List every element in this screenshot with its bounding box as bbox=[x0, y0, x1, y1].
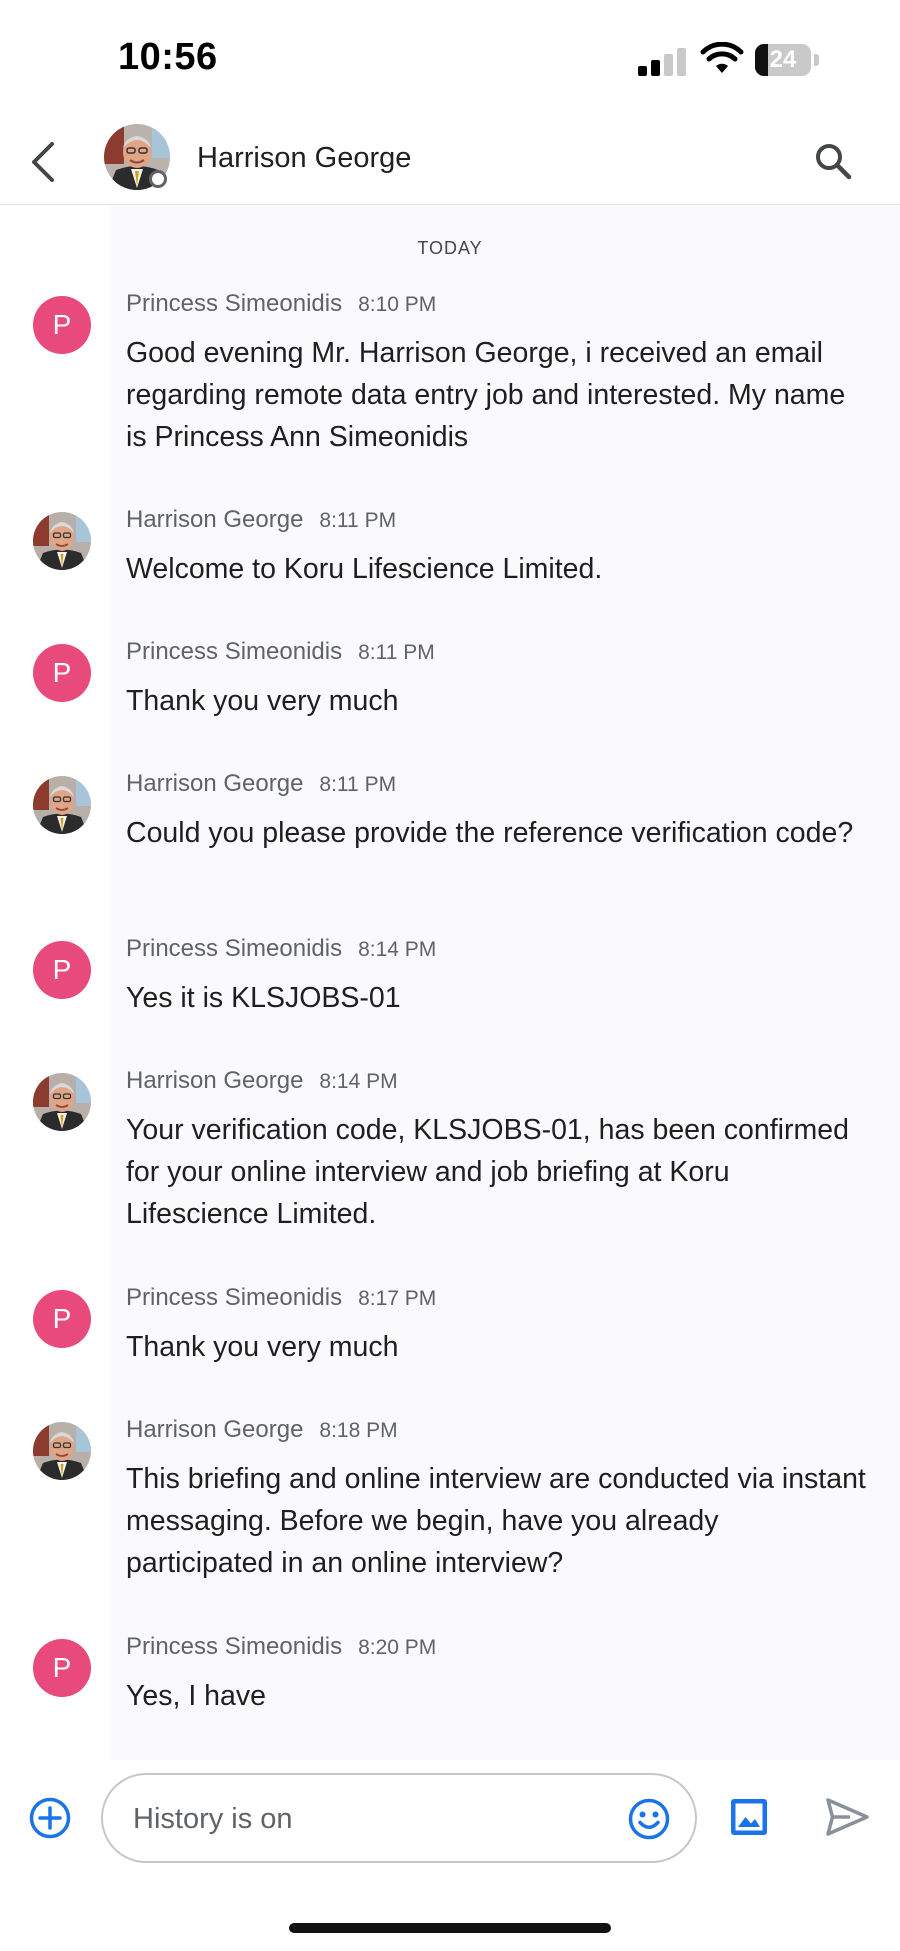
search-icon bbox=[816, 144, 852, 180]
sender-name: Harrison George bbox=[126, 1416, 304, 1443]
message-meta: Princess Simeonidis 8:20 PM bbox=[126, 1633, 436, 1661]
message-timestamp: 8:17 PM bbox=[358, 1287, 437, 1310]
home-indicator bbox=[289, 1923, 611, 1933]
sender-name: Princess Simeonidis bbox=[126, 1633, 343, 1660]
chevron-left-icon bbox=[32, 142, 54, 182]
message-text: Good evening Mr. Harrison George, i rece… bbox=[126, 337, 846, 453]
message-meta: Princess Simeonidis 8:11 PM bbox=[126, 638, 435, 666]
status-bar: 10:56 24 bbox=[0, 0, 900, 120]
message-composer bbox=[0, 1760, 900, 1880]
message-text: Thank you very much bbox=[126, 685, 399, 717]
message-text: Your verification code, KLSJOBS-01, has … bbox=[126, 1114, 849, 1230]
battery-icon: 24 bbox=[755, 44, 821, 76]
message-timestamp: 8:11 PM bbox=[358, 641, 435, 664]
add-circle-icon[interactable] bbox=[28, 1796, 72, 1840]
message-timestamp: 8:11 PM bbox=[319, 773, 397, 796]
message-text: Welcome to Koru Lifescience Limited. bbox=[126, 553, 603, 585]
sender-name: Princess Simeonidis bbox=[126, 638, 343, 665]
sender-name: Harrison George bbox=[126, 506, 304, 533]
search-button[interactable] bbox=[808, 136, 858, 186]
sender-avatar-letter[interactable]: P bbox=[33, 941, 91, 999]
status-time: 10:56 bbox=[118, 36, 218, 78]
message-timestamp: 8:20 PM bbox=[358, 1636, 437, 1659]
sender-avatar-photo[interactable] bbox=[33, 776, 91, 834]
sender-avatar-letter[interactable]: P bbox=[33, 296, 91, 354]
send-icon[interactable] bbox=[824, 1796, 870, 1838]
message-meta: Princess Simeonidis 8:17 PM bbox=[126, 1284, 436, 1312]
cellular-signal-icon bbox=[638, 46, 688, 76]
sender-avatar-photo[interactable] bbox=[33, 1073, 91, 1131]
presence-status-icon bbox=[149, 170, 167, 188]
wifi-icon bbox=[700, 42, 744, 73]
message-meta: Harrison George 8:14 PM bbox=[126, 1067, 398, 1095]
date-separator: TODAY bbox=[417, 238, 483, 258]
message-timestamp: 8:11 PM bbox=[319, 509, 397, 532]
sender-avatar-letter[interactable]: P bbox=[33, 1290, 91, 1348]
sender-name: Harrison George bbox=[126, 1067, 304, 1094]
back-button[interactable] bbox=[18, 134, 68, 190]
message-meta: Princess Simeonidis 8:10 PM bbox=[126, 290, 436, 318]
message-input-container[interactable] bbox=[101, 1773, 697, 1863]
message-text: Thank you very much bbox=[126, 1331, 399, 1363]
sender-name: Princess Simeonidis bbox=[126, 935, 343, 962]
sender-avatar-letter[interactable]: P bbox=[33, 644, 91, 702]
emoji-icon[interactable] bbox=[627, 1797, 671, 1841]
sender-avatar-photo[interactable] bbox=[33, 512, 91, 570]
sender-name: Princess Simeonidis bbox=[126, 1284, 343, 1311]
message-timestamp: 8:18 PM bbox=[319, 1419, 398, 1442]
image-icon[interactable] bbox=[728, 1796, 770, 1838]
contact-name[interactable]: Harrison George bbox=[197, 142, 411, 175]
message-timestamp: 8:14 PM bbox=[358, 938, 437, 961]
message-text: Could you please provide the reference v… bbox=[126, 817, 854, 849]
sender-name: Princess Simeonidis bbox=[126, 290, 343, 317]
conversation-header: Harrison George bbox=[0, 120, 900, 205]
sender-avatar-photo[interactable] bbox=[33, 1422, 91, 1480]
message-meta: Harrison George 8:18 PM bbox=[126, 1416, 398, 1444]
message-meta: Princess Simeonidis 8:14 PM bbox=[126, 935, 436, 963]
message-input[interactable] bbox=[131, 1795, 595, 1843]
message-text: Yes it is KLSJOBS-01 bbox=[126, 982, 401, 1014]
message-text: This briefing and online interview are c… bbox=[126, 1463, 866, 1579]
sender-avatar-letter[interactable]: P bbox=[33, 1639, 91, 1697]
message-timestamp: 8:14 PM bbox=[319, 1070, 398, 1093]
message-meta: Harrison George 8:11 PM bbox=[126, 506, 396, 534]
message-timestamp: 8:10 PM bbox=[358, 293, 437, 316]
message-meta: Harrison George 8:11 PM bbox=[126, 770, 396, 798]
sender-name: Harrison George bbox=[126, 770, 304, 797]
message-text: Yes, I have bbox=[126, 1680, 266, 1712]
battery-level: 24 bbox=[769, 46, 797, 73]
